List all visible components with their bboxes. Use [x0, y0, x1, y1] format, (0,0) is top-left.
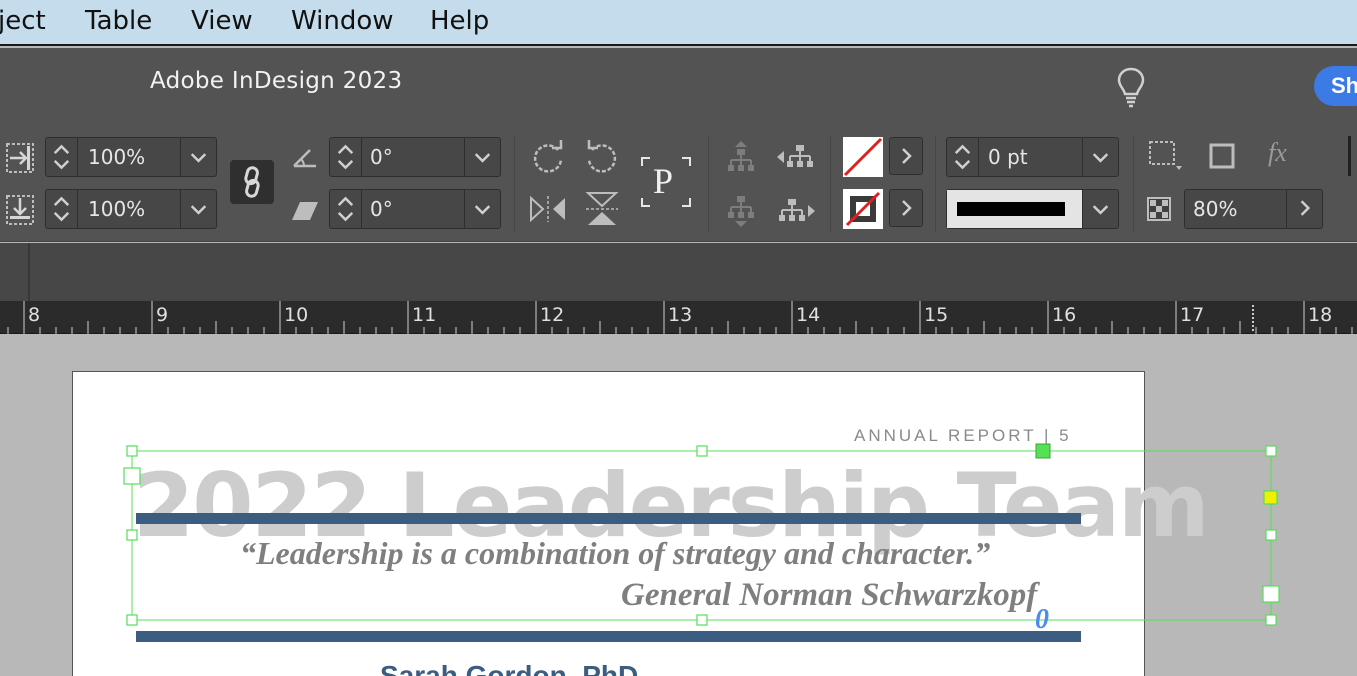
menu-help[interactable]: Help — [430, 6, 489, 36]
stroke-type-dropdown[interactable] — [946, 189, 1119, 229]
divider — [830, 136, 831, 232]
app-title-bar: Adobe InDesign 2023 Sh — [0, 48, 1357, 124]
menu-bar: ject Table View Window Help — [0, 0, 1357, 46]
stroke-weight-stepper[interactable] — [947, 138, 979, 176]
ruler-label: 16 — [1052, 304, 1077, 326]
ruler-label: 9 — [156, 304, 169, 326]
link-icon — [244, 166, 260, 198]
text-threading-icon[interactable]: 0 — [1035, 604, 1049, 636]
stroke-weight-field[interactable]: 0 pt — [946, 137, 1119, 177]
leader-name[interactable]: Sarah Gordon, PhD — [380, 660, 638, 676]
accent-rule-top[interactable] — [136, 513, 1081, 524]
running-header[interactable]: ANNUAL REPORT | 5 — [854, 426, 1072, 446]
scale-y-icon — [6, 195, 34, 225]
rotation-angle-field[interactable]: 0° — [329, 137, 501, 177]
scale-y-stepper[interactable] — [46, 190, 78, 228]
menu-view[interactable]: View — [191, 6, 253, 36]
ruler-label: 14 — [796, 304, 821, 326]
app-title: Adobe InDesign 2023 — [150, 68, 403, 94]
ruler-label: 18 — [1308, 304, 1333, 326]
select-previous-object-icon[interactable] — [776, 142, 816, 172]
ruler-label: 17 — [1180, 304, 1205, 326]
flip-vertical-icon[interactable] — [584, 190, 620, 228]
control-panel: 100% 100% 0° 0° P 0 pt fx 80% — [0, 124, 1357, 242]
divider — [514, 136, 515, 232]
chevron-right-icon — [902, 200, 912, 216]
divider — [1133, 136, 1134, 232]
shear-angle-field[interactable]: 0° — [329, 189, 501, 229]
accent-rule-bottom[interactable] — [136, 631, 1081, 642]
chevron-down-icon[interactable] — [1082, 138, 1118, 176]
rotate-counterclockwise-icon[interactable] — [582, 138, 622, 174]
quote-attribution[interactable]: General Norman Schwarzkopf — [621, 577, 1037, 614]
ruler-label: 11 — [412, 304, 437, 326]
divider — [935, 136, 936, 232]
opacity-icon — [1147, 197, 1171, 221]
text-frame-glyph: P — [653, 161, 674, 201]
ruler-label: 10 — [284, 304, 309, 326]
stroke-weight-value[interactable]: 0 pt — [988, 145, 1028, 169]
share-button[interactable]: Sh — [1314, 66, 1357, 106]
opacity-field[interactable]: 80% — [1184, 189, 1323, 229]
lightbulb-icon[interactable] — [1115, 66, 1147, 108]
rotation-angle-value[interactable]: 0° — [370, 145, 393, 169]
solid-line-icon — [957, 202, 1065, 216]
scale-x-stepper[interactable] — [46, 138, 78, 176]
rotate-clockwise-icon[interactable] — [528, 138, 568, 174]
scale-x-field[interactable]: 100% — [45, 137, 217, 177]
ruler-label: 15 — [924, 304, 949, 326]
quote-text[interactable]: “Leadership is a combination of strategy… — [240, 535, 990, 572]
fill-menu-button[interactable] — [889, 137, 923, 175]
scale-y-value[interactable]: 100% — [88, 197, 145, 221]
frame-fitting-icon[interactable] — [1208, 142, 1238, 170]
ruler-label: 8 — [28, 304, 41, 326]
panel-edge — [1348, 136, 1357, 176]
fill-swatch[interactable] — [843, 137, 883, 177]
divider — [708, 136, 709, 232]
chevron-right-icon[interactable] — [1286, 190, 1322, 228]
shear-stepper[interactable] — [330, 190, 362, 228]
ruler-label: 13 — [668, 304, 693, 326]
shear-angle-value[interactable]: 0° — [370, 197, 393, 221]
ruler-label: 12 — [540, 304, 565, 326]
menu-window[interactable]: Window — [291, 6, 394, 36]
rotation-angle-icon — [293, 149, 316, 168]
chevron-down-icon[interactable] — [180, 138, 216, 176]
shear-angle-icon — [292, 202, 318, 220]
menu-table[interactable]: Table — [85, 6, 152, 36]
scale-y-field[interactable]: 100% — [45, 189, 217, 229]
chevron-down-icon[interactable] — [180, 190, 216, 228]
stroke-type-preview — [947, 190, 1083, 228]
select-content-icon[interactable] — [726, 194, 756, 228]
scale-x-value[interactable]: 100% — [88, 145, 145, 169]
select-next-object-icon[interactable] — [776, 196, 816, 226]
menu-object[interactable]: ject — [0, 6, 46, 36]
text-frame-icon[interactable]: P — [640, 156, 692, 208]
chevron-right-icon — [902, 148, 912, 164]
constrain-proportions-button[interactable] — [230, 160, 274, 204]
rotation-stepper[interactable] — [330, 138, 362, 176]
horizontal-ruler[interactable]: 8 9 10 11 12 13 14 15 16 17 18 — [0, 301, 1357, 334]
chevron-down-icon[interactable] — [464, 190, 500, 228]
stroke-menu-button[interactable] — [889, 189, 923, 227]
panel-dock — [0, 243, 1357, 301]
chevron-down-icon[interactable] — [1082, 190, 1118, 228]
flip-horizontal-icon[interactable] — [528, 194, 568, 224]
effects-icon[interactable]: fx — [1268, 138, 1287, 168]
select-container-icon[interactable] — [726, 140, 756, 174]
stroke-swatch[interactable] — [843, 189, 883, 229]
select-frame-icon[interactable] — [1148, 140, 1184, 172]
scale-x-icon — [6, 143, 34, 173]
opacity-value[interactable]: 80% — [1193, 197, 1237, 221]
dock-divider — [28, 243, 30, 301]
chevron-down-icon[interactable] — [464, 138, 500, 176]
